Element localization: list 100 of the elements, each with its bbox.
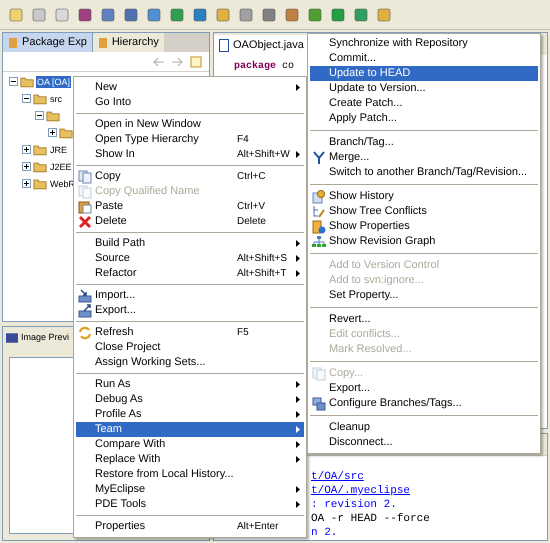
view-icon [98,36,108,48]
menu-item[interactable]: PDE Tools [76,497,304,512]
toolbar-icon[interactable] [261,6,277,22]
menu-item[interactable]: Open Type Hierarchy F4 [76,132,304,147]
tree-item[interactable]: JRE [49,144,68,156]
menu-item[interactable]: Build Path [76,236,304,251]
menu-item[interactable]: Restore from Local History... [76,467,304,482]
toolbar-icon[interactable] [146,6,162,22]
folder-icon [20,75,34,88]
menu-item[interactable]: Show Tree Conflicts [310,204,538,219]
tree-item[interactable]: OA [OA] [36,76,72,88]
menu-item[interactable]: Show In Alt+Shift+W [76,147,304,162]
view-tab[interactable]: Package Exp [3,33,93,52]
menu-item[interactable]: Profile As [76,407,304,422]
toolbar-icon[interactable] [8,6,24,22]
menu-item[interactable]: Update to Version... [310,81,538,96]
toolbar-icon[interactable] [353,6,369,22]
toolbar-icon[interactable] [330,6,346,22]
collapse-icon[interactable] [22,94,31,103]
toolbar-icon[interactable] [238,6,254,22]
menu-item[interactable]: Cleanup [310,420,538,435]
copy-icon [312,367,326,381]
menu-item[interactable]: Source Alt+Shift+S [76,251,304,266]
toolbar-icon[interactable] [123,6,139,22]
submenu-arrow-icon [296,426,300,433]
submenu-arrow-icon [296,486,300,493]
menu-item[interactable]: Configure Branches/Tags... [310,396,538,411]
menu-item[interactable]: Revert... [310,312,538,327]
back-icon[interactable] [153,56,165,66]
forward-icon[interactable] [171,56,183,66]
menu-item[interactable]: Open in New Window [76,117,304,132]
menu-item[interactable]: Delete Delete [76,214,304,229]
expand-icon[interactable] [22,179,31,188]
toolbar-icon[interactable] [169,6,185,22]
menu-item[interactable]: Assign Working Sets... [76,355,304,370]
editor-tab[interactable]: OAObject.java [214,35,309,55]
menu-item[interactable]: Commit... [310,51,538,66]
refresh-icon [78,326,92,340]
toolbar-icon[interactable] [77,6,93,22]
menu-item[interactable]: Update to HEAD [310,66,538,81]
menu-item[interactable]: Go Into [76,95,304,110]
menu-item[interactable]: Properties Alt+Enter [76,519,304,534]
toolbar-icon[interactable] [54,6,70,22]
image-icon [6,333,18,343]
toolbar-icon[interactable] [307,6,323,22]
expand-icon[interactable] [22,162,31,171]
menu-item[interactable]: Apply Patch... [310,111,538,126]
merge-icon [312,151,326,165]
menu-item[interactable]: Paste Ctrl+V [76,199,304,214]
toolbar-icon[interactable] [376,6,392,22]
tree-item[interactable]: J2EE [49,160,73,172]
console-line: n 2. [311,526,338,540]
view-tab[interactable]: Hierarchy [92,33,164,52]
menu-item[interactable]: Copy Ctrl+C [76,169,304,184]
folder-icon [33,160,47,173]
paste-icon [78,200,92,214]
menu-item[interactable]: New [76,80,304,95]
menu-item[interactable]: Set Property... [310,288,538,303]
toolbar-icon[interactable] [284,6,300,22]
toolbar-icon[interactable] [100,6,116,22]
menu-item[interactable]: Disconnect... [310,435,538,450]
menu-item[interactable]: Show Properties [310,219,538,234]
menu-item[interactable]: MyEclipse [76,482,304,497]
menu-item[interactable]: Synchronize with Repository [310,36,538,51]
expand-icon[interactable] [48,128,57,137]
link-editor-icon[interactable] [189,54,203,68]
delete-icon [78,215,92,229]
menu-item[interactable]: Run As [76,377,304,392]
console-line: : revision 2. [311,498,397,512]
toolbar-icon[interactable] [215,6,231,22]
submenu-arrow-icon [296,151,300,158]
submenu-arrow-icon [296,411,300,418]
menu-item[interactable]: Refresh F5 [76,325,304,340]
menu-item[interactable]: Replace With [76,452,304,467]
menu-item[interactable]: Show History [310,189,538,204]
submenu-arrow-icon [296,501,300,508]
menu-item[interactable]: Close Project [76,340,304,355]
menu-item[interactable]: Refactor Alt+Shift+T [76,266,304,281]
menu-item[interactable]: Team [76,422,304,437]
menu-item[interactable]: Create Patch... [310,96,538,111]
menu-item[interactable]: Compare With [76,437,304,452]
export-icon [78,304,92,318]
menu-item[interactable]: Branch/Tag... [310,135,538,150]
collapse-icon[interactable] [35,111,44,120]
collapse-icon[interactable] [9,77,18,86]
menu-item[interactable]: Merge... [310,150,538,165]
menu-item[interactable]: Show Revision Graph [310,234,538,249]
menu-item[interactable]: Export... [310,381,538,396]
expand-icon[interactable] [22,145,31,154]
tree-item[interactable]: src [49,92,63,104]
toolbar-icon[interactable] [192,6,208,22]
menu-item[interactable]: Export... [76,303,304,318]
submenu-arrow-icon [296,396,300,403]
folder-icon [59,126,73,139]
submenu-arrow-icon [296,441,300,448]
menu-item[interactable]: Import... [76,288,304,303]
properties-icon [312,220,326,234]
menu-item[interactable]: Debug As [76,392,304,407]
toolbar-icon[interactable] [31,6,47,22]
menu-item[interactable]: Switch to another Branch/Tag/Revision... [310,165,538,180]
